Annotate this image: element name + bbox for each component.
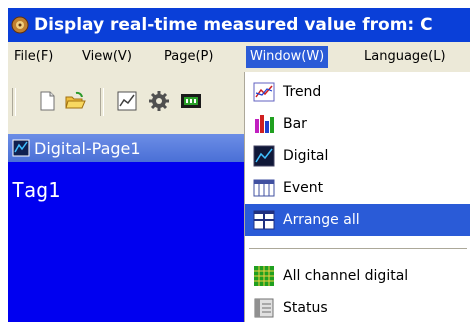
tag-label: Tag1 bbox=[12, 178, 61, 202]
menu-file[interactable]: File(F) bbox=[10, 46, 57, 68]
menu-item-bar[interactable]: Bar bbox=[245, 108, 470, 140]
meter-icon[interactable] bbox=[180, 90, 202, 112]
app-window: Display real-time measured value from: C… bbox=[8, 8, 470, 322]
new-document-icon[interactable] bbox=[36, 90, 58, 112]
menu-item-all-channel-digital[interactable]: All channel digital bbox=[245, 260, 470, 292]
arrange-all-icon bbox=[253, 210, 275, 230]
menu-bar: File(F) View(V) Page(P) Window(W) Langua… bbox=[8, 42, 470, 72]
menu-item-status[interactable]: Status bbox=[245, 292, 470, 322]
title-bar: Display real-time measured value from: C bbox=[8, 8, 470, 42]
toolbar-separator bbox=[100, 88, 104, 116]
trend-icon bbox=[253, 82, 275, 102]
document-tab[interactable]: Digital-Page1 bbox=[8, 134, 244, 162]
menu-item-event[interactable]: Event bbox=[245, 172, 470, 204]
document-area: Digital-Page1 Tag1 bbox=[8, 134, 244, 322]
open-folder-icon[interactable] bbox=[64, 90, 86, 112]
window-title: Display real-time measured value from: C bbox=[34, 15, 433, 35]
bar-icon bbox=[255, 115, 274, 133]
toolbar-grip bbox=[12, 88, 16, 116]
chart-icon[interactable] bbox=[116, 90, 138, 112]
menu-item-label: Bar bbox=[283, 116, 307, 132]
all-channel-digital-icon bbox=[254, 266, 274, 286]
toolbar bbox=[8, 72, 244, 134]
menu-item-label: Status bbox=[283, 300, 328, 316]
menu-item-label: All channel digital bbox=[283, 268, 409, 284]
status-icon bbox=[254, 298, 274, 318]
menu-item-label: Arrange all bbox=[283, 212, 360, 228]
menu-item-digital[interactable]: Digital bbox=[245, 140, 470, 172]
menu-item-trend[interactable]: Trend bbox=[245, 76, 470, 108]
window-menu-dropdown: Trend Bar Digital Event Arrange all All … bbox=[244, 72, 470, 322]
menu-item-label: Digital bbox=[283, 148, 329, 164]
event-icon bbox=[253, 179, 275, 197]
menu-language[interactable]: Language(L) bbox=[360, 46, 450, 68]
menu-item-label: Trend bbox=[283, 84, 322, 100]
document-tab-title: Digital-Page1 bbox=[34, 138, 141, 158]
gear-icon[interactable] bbox=[148, 90, 170, 112]
menu-item-arrange-all[interactable]: Arrange all bbox=[245, 204, 470, 236]
menu-page[interactable]: Page(P) bbox=[160, 46, 217, 68]
menu-window[interactable]: Window(W) bbox=[246, 46, 329, 68]
app-icon bbox=[11, 16, 29, 34]
menu-view[interactable]: View(V) bbox=[78, 46, 136, 68]
menu-item-label: Event bbox=[283, 180, 324, 196]
digital-icon bbox=[253, 145, 275, 167]
digital-page-icon bbox=[12, 139, 30, 157]
menu-separator bbox=[249, 248, 467, 249]
